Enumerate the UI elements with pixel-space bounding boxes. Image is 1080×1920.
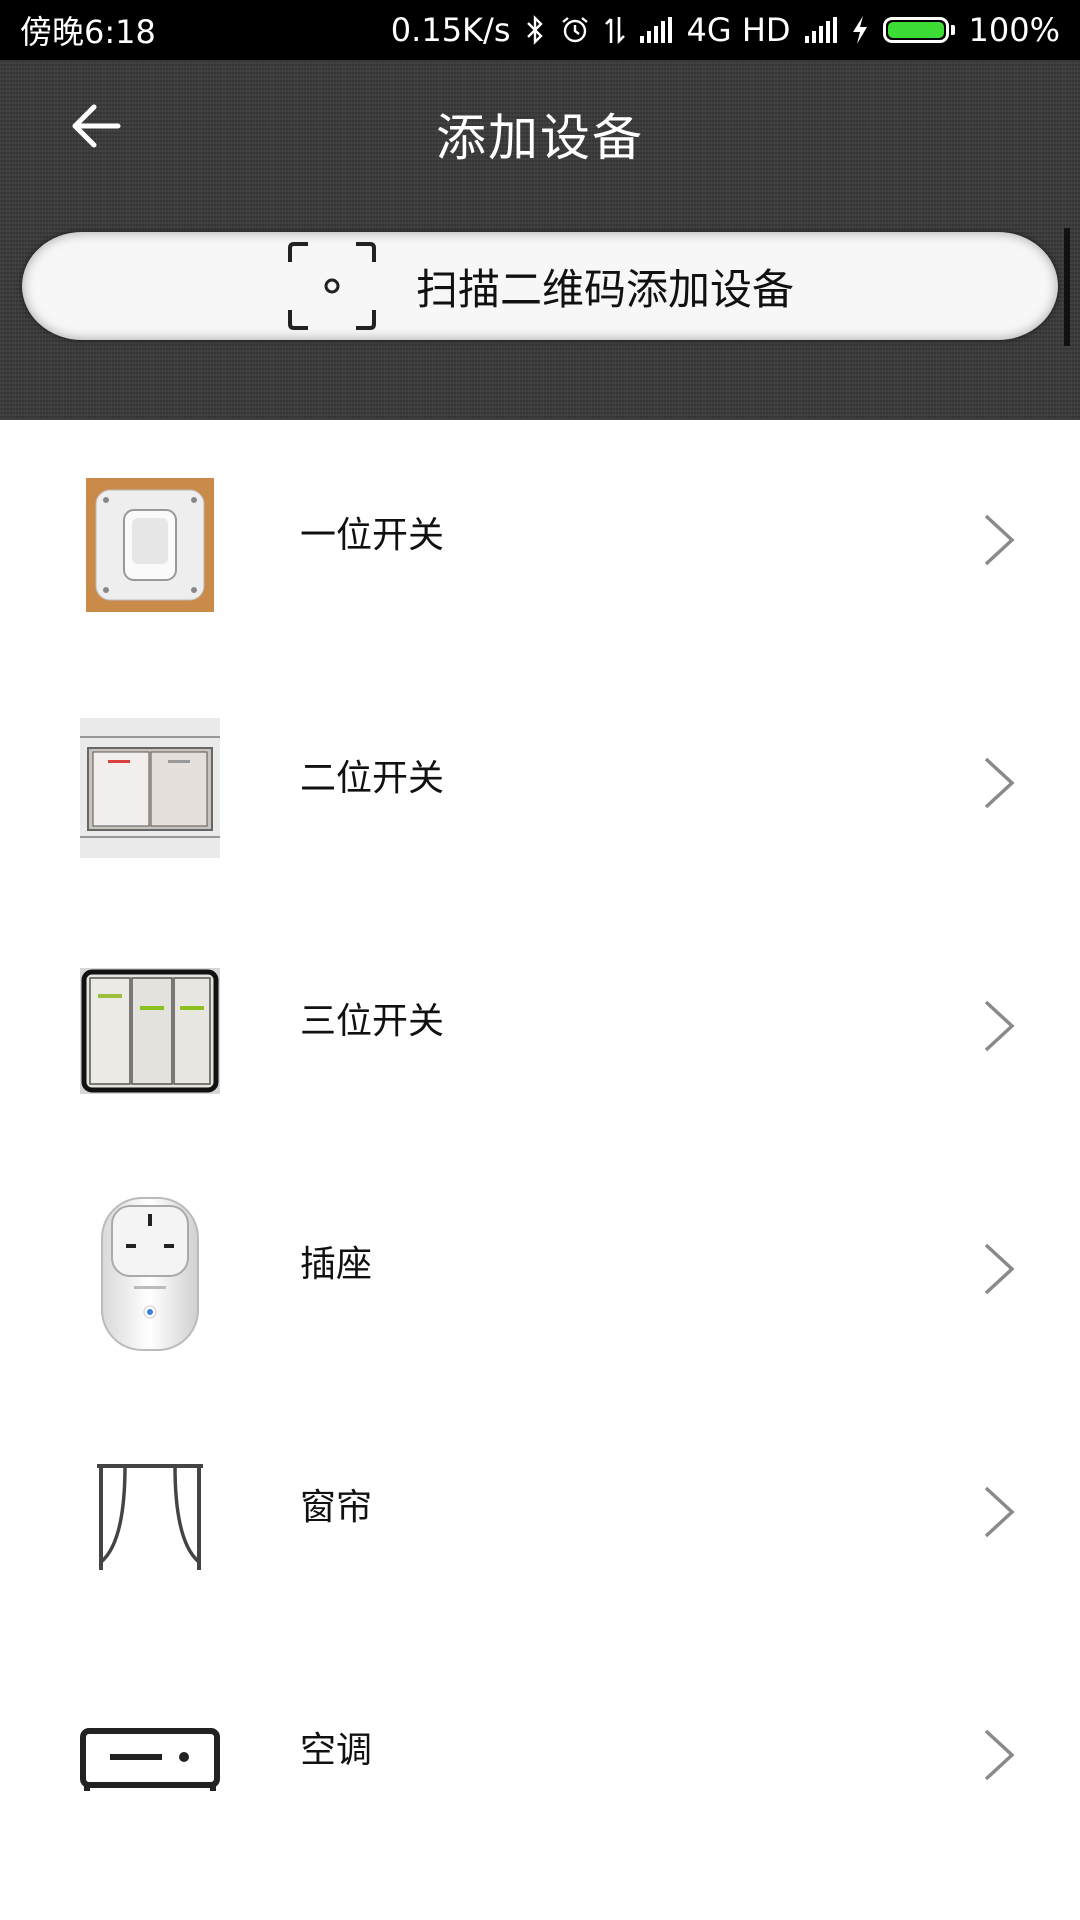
alarm-icon bbox=[560, 15, 590, 45]
curtain-icon bbox=[80, 1447, 220, 1587]
status-indicators: 0.15K/s 4G HD 100% bbox=[391, 11, 1060, 49]
header: 添加设备 扫描二维码添加设备 bbox=[0, 60, 1080, 420]
socket-icon bbox=[80, 1197, 220, 1351]
device-label: 二位开关 bbox=[300, 758, 445, 799]
chevron-right-icon bbox=[984, 757, 1015, 809]
list-item-curtain[interactable]: 窗帘 bbox=[0, 1392, 1080, 1635]
list-item-triple-switch[interactable]: 三位开关 bbox=[0, 906, 1080, 1149]
chevron-right-icon bbox=[984, 1243, 1015, 1295]
chevron-right-icon bbox=[984, 1000, 1015, 1052]
page-title: 添加设备 bbox=[436, 109, 644, 167]
network-type: 4G HD bbox=[686, 11, 791, 49]
net-speed: 0.15K/s bbox=[390, 11, 511, 49]
air-conditioner-icon bbox=[80, 1690, 220, 1830]
charging-icon bbox=[851, 15, 869, 45]
device-label: 一位开关 bbox=[300, 515, 445, 556]
single-switch-icon bbox=[80, 475, 220, 615]
data-arrows-icon bbox=[604, 15, 626, 45]
scan-qr-label: 扫描二维码添加设备 bbox=[415, 264, 794, 314]
battery-level: 100% bbox=[968, 11, 1060, 49]
list-item-single-switch[interactable]: 一位开关 bbox=[0, 420, 1080, 663]
chevron-right-icon bbox=[984, 1486, 1015, 1538]
double-switch-icon bbox=[80, 718, 220, 858]
device-label: 三位开关 bbox=[300, 1001, 445, 1042]
device-label: 空调 bbox=[300, 1730, 373, 1771]
signal-icon bbox=[804, 17, 837, 43]
bluetooth-icon bbox=[524, 14, 546, 46]
scan-qr-button[interactable]: 扫描二维码添加设备 bbox=[22, 232, 1058, 340]
device-list: 一位开关 二位开关 三位开关 插座 窗帘 空调 bbox=[0, 420, 1080, 1878]
battery-icon bbox=[882, 17, 955, 43]
triple-switch-icon bbox=[80, 961, 220, 1101]
signal-icon bbox=[640, 17, 673, 43]
chevron-right-icon bbox=[984, 514, 1015, 566]
qr-scan-icon bbox=[286, 240, 378, 332]
list-item-socket[interactable]: 插座 bbox=[0, 1149, 1080, 1392]
status-time: 傍晚6:18 bbox=[20, 13, 156, 51]
list-item-double-switch[interactable]: 二位开关 bbox=[0, 663, 1080, 906]
device-label: 插座 bbox=[300, 1244, 373, 1285]
chevron-right-icon bbox=[984, 1729, 1015, 1781]
scan-bar-edge bbox=[1064, 228, 1070, 346]
status-bar: 傍晚6:18 0.15K/s 4G HD 100% bbox=[0, 0, 1080, 60]
list-item-air-conditioner[interactable]: 空调 bbox=[0, 1635, 1080, 1878]
device-label: 窗帘 bbox=[300, 1487, 373, 1528]
